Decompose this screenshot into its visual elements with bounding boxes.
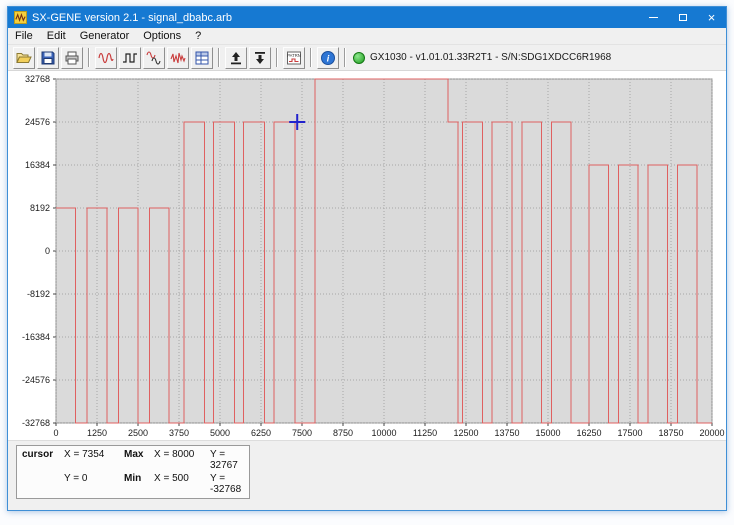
svg-text:-16384: -16384 <box>22 332 50 342</box>
cursor-x-value: X = 7354 <box>64 449 105 460</box>
pattern-mode-icon: PATRN <box>287 51 301 64</box>
dual-tone-wave-icon <box>146 50 161 65</box>
device-status-text: GX1030 - v1.01.01.33R2T1 - S/N:SDG1XDCC6… <box>370 52 612 63</box>
step-wave-button[interactable] <box>119 46 141 69</box>
noise-wave-icon <box>170 52 186 63</box>
info-icon: i <box>321 50 335 65</box>
y-axis-labels: 32768 24576 16384 8192 0 -8192 -16384 -24576 -32… <box>22 74 50 428</box>
cursor-readout-panel: cursor X = 7354 Max X = 8000 Y = 32767 Y… <box>16 445 250 499</box>
maximize-icon <box>678 14 687 21</box>
dual-tone-wave-button[interactable] <box>143 46 165 69</box>
max-x-value: X = 8000 <box>154 449 195 460</box>
svg-text:20000: 20000 <box>699 428 724 438</box>
toolbar-separator <box>344 48 346 67</box>
svg-text:11250: 11250 <box>413 428 437 438</box>
download-from-device-button[interactable] <box>249 46 271 69</box>
step-wave-icon <box>123 52 137 63</box>
minimize-icon <box>649 17 658 18</box>
svg-text:6250: 6250 <box>251 428 271 438</box>
max-label: Max <box>124 449 144 460</box>
menu-item-help[interactable]: ? <box>188 29 208 43</box>
toolbar-separator <box>310 48 312 67</box>
min-y-value: Y = -32768 <box>210 473 242 495</box>
app-icon <box>14 11 27 24</box>
minimize-button[interactable] <box>639 7 668 28</box>
open-file-icon <box>16 52 32 63</box>
sine-wave-icon <box>98 52 114 63</box>
cursor-y-value: Y = 0 <box>64 473 88 484</box>
svg-text:8750: 8750 <box>333 428 353 438</box>
toolbar-separator <box>218 48 220 67</box>
save-file-icon <box>41 51 55 64</box>
svg-text:1250: 1250 <box>87 428 107 438</box>
x-axis-labels: 0 1250 2500 3750 5000 6250 7500 8750 10000 11250 1… <box>53 428 724 438</box>
print-button[interactable] <box>61 46 83 69</box>
download-from-device-icon <box>255 51 265 64</box>
toolbar-separator <box>88 48 90 67</box>
print-icon <box>65 51 79 64</box>
min-x-value: X = 500 <box>154 473 189 484</box>
min-label: Min <box>124 473 142 484</box>
svg-text:5000: 5000 <box>210 428 230 438</box>
svg-text:13750: 13750 <box>494 428 519 438</box>
close-button[interactable]: × <box>697 7 726 28</box>
svg-text:24576: 24576 <box>25 117 50 127</box>
info-button[interactable]: i <box>317 46 339 69</box>
pattern-mode-button[interactable]: PATRN <box>283 46 305 69</box>
svg-text:8192: 8192 <box>30 203 50 213</box>
svg-text:2500: 2500 <box>128 428 148 438</box>
upload-to-device-button[interactable] <box>225 46 247 69</box>
noise-wave-button[interactable] <box>167 46 189 69</box>
save-file-button[interactable] <box>37 46 59 69</box>
svg-text:16384: 16384 <box>25 160 50 170</box>
svg-text:7500: 7500 <box>292 428 312 438</box>
svg-text:-8192: -8192 <box>27 289 50 299</box>
window-title: SX-GENE version 2.1 - signal_dbabc.arb <box>32 11 232 24</box>
menu-item-generator[interactable]: Generator <box>73 29 137 43</box>
svg-text:10000: 10000 <box>371 428 396 438</box>
svg-text:3750: 3750 <box>169 428 189 438</box>
svg-text:15000: 15000 <box>535 428 560 438</box>
open-file-button[interactable] <box>13 46 35 69</box>
waveform-plot[interactable]: 32768 24576 16384 8192 0 -8192 -16384 -24576 -32… <box>8 71 726 442</box>
svg-text:17500: 17500 <box>617 428 642 438</box>
sequence-table-button[interactable] <box>191 46 213 69</box>
svg-text:0: 0 <box>45 246 50 256</box>
svg-text:-24576: -24576 <box>22 375 50 385</box>
connection-status-led-icon <box>353 51 365 64</box>
svg-text:0: 0 <box>53 428 58 438</box>
toolbar-separator <box>276 48 278 67</box>
cursor-label: cursor <box>22 449 54 460</box>
app-window: SX-GENE version 2.1 - signal_dbabc.arb ×… <box>7 6 727 511</box>
menu-item-options[interactable]: Options <box>136 29 188 43</box>
menu-bar: File Edit Generator Options ? <box>8 28 726 45</box>
toolbar: PATRN i GX1030 - v1.01.01.33R2T1 - S/N:S… <box>8 45 726 71</box>
readout-spacer <box>22 473 64 495</box>
svg-text:PATRN: PATRN <box>287 53 301 58</box>
svg-text:18750: 18750 <box>658 428 683 438</box>
svg-text:32768: 32768 <box>25 74 50 84</box>
svg-text:12500: 12500 <box>453 428 478 438</box>
sine-wave-button[interactable] <box>95 46 117 69</box>
close-icon: × <box>707 10 716 25</box>
max-y-value: Y = 32767 <box>210 449 238 471</box>
status-area: cursor X = 7354 Max X = 8000 Y = 32767 Y… <box>8 440 726 510</box>
menu-item-edit[interactable]: Edit <box>40 29 73 43</box>
svg-text:-32768: -32768 <box>22 418 50 428</box>
upload-to-device-icon <box>231 51 241 64</box>
chart-region: 32768 24576 16384 8192 0 -8192 -16384 -24576 -32… <box>8 71 726 440</box>
sequence-table-icon <box>195 51 209 64</box>
title-bar[interactable]: SX-GENE version 2.1 - signal_dbabc.arb × <box>8 7 726 28</box>
svg-text:16250: 16250 <box>576 428 601 438</box>
menu-item-file[interactable]: File <box>8 29 40 43</box>
maximize-button[interactable] <box>668 7 697 28</box>
